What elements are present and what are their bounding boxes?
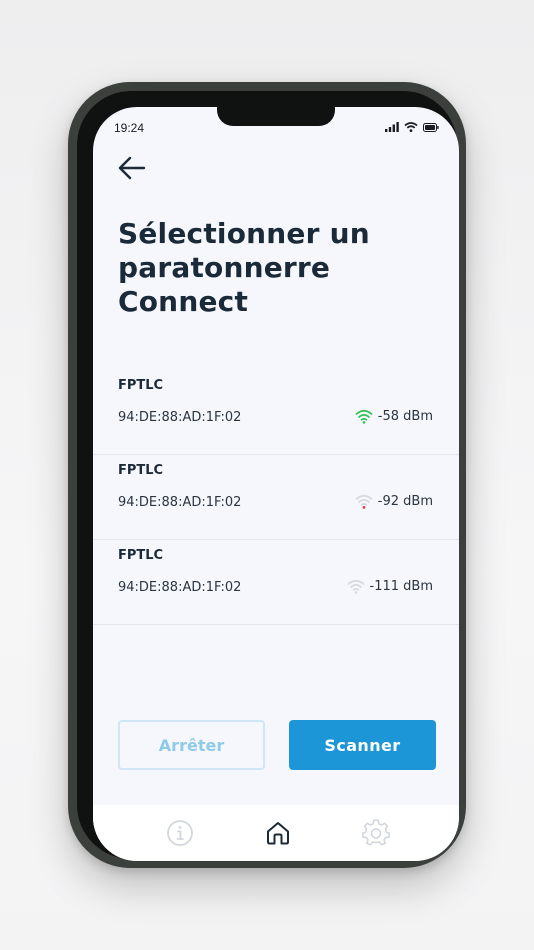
cellular-icon [385,122,399,132]
device-rssi: -111 dBm [369,579,433,594]
battery-icon [423,122,439,132]
tab-info[interactable] [166,819,194,847]
device-row[interactable]: FPTLC 94:DE:88:AD:1F:02 -58 dBm [93,370,459,455]
device-signal: -111 dBm [347,579,433,594]
scan-button[interactable]: Scanner [289,720,436,770]
phone-frame: 19:24 Sélectionner un paratonnerre Conne… [68,82,466,868]
notch [217,107,335,126]
wifi-none-icon [347,579,364,594]
tab-settings[interactable] [361,819,391,847]
device-name: FPTLC [118,463,164,478]
wifi-weak-icon [355,494,373,509]
device-row[interactable]: FPTLC 94:DE:88:AD:1F:02 -92 dBm [93,455,459,540]
tab-bar [93,805,459,861]
device-name: FPTLC [118,548,164,563]
wifi-icon [404,122,418,132]
device-mac: 94:DE:88:AD:1F:02 [118,410,242,425]
device-list: FPTLC 94:DE:88:AD:1F:02 -58 dBm FPTLC 94… [93,370,459,625]
phone-bezel: 19:24 Sélectionner un paratonnerre Conne… [77,91,459,861]
back-button[interactable] [117,155,147,181]
tab-home[interactable] [264,819,292,847]
device-signal: -58 dBm [355,409,433,424]
device-mac: 94:DE:88:AD:1F:02 [118,495,242,510]
info-icon [167,820,193,846]
status-time: 19:24 [114,121,145,135]
wifi-strong-icon [355,409,373,424]
device-name: FPTLC [118,378,164,393]
page-title: Sélectionner un paratonnerre Connect [118,217,370,318]
device-mac: 94:DE:88:AD:1F:02 [118,580,242,595]
device-rssi: -58 dBm [377,409,433,424]
device-row[interactable]: FPTLC 94:DE:88:AD:1F:02 -111 dBm [93,540,459,625]
device-rssi: -92 dBm [377,494,433,509]
gear-icon [361,819,391,846]
arrow-left-icon [118,156,146,180]
home-icon [267,822,289,845]
status-icons [385,122,439,132]
stop-button[interactable]: Arrêter [118,720,265,770]
app-screen: 19:24 Sélectionner un paratonnerre Conne… [93,107,459,861]
device-signal: -92 dBm [355,494,433,509]
